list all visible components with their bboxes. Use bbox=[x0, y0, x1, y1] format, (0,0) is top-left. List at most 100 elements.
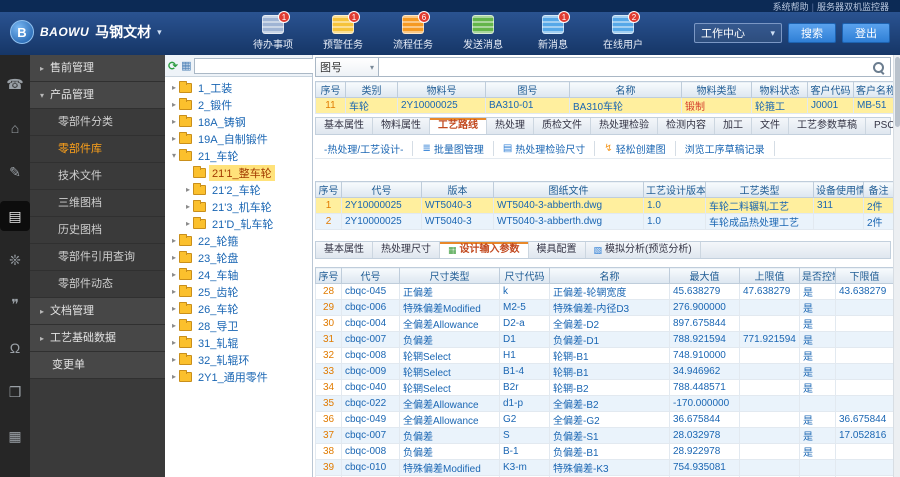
column-header[interactable]: 代号 bbox=[341, 267, 400, 284]
chat-icon[interactable]: ❞ bbox=[0, 289, 30, 319]
column-header[interactable]: 设备使用情况 bbox=[813, 181, 864, 198]
tree-node[interactable]: ▸ 32_轧辊环 bbox=[165, 351, 312, 368]
detail-tab[interactable]: 检测内容 bbox=[658, 118, 715, 134]
tree-node[interactable]: ▸ 24_车轴 bbox=[165, 266, 312, 283]
tree-node[interactable]: ▸ 31_轧辊 bbox=[165, 334, 312, 351]
table-row[interactable]: 39 cbqc-010 特殊偏差Modified K3-m 特殊偏差-K3 754.935… bbox=[315, 459, 894, 476]
column-header[interactable]: 备注 bbox=[863, 181, 894, 198]
collapse-all-icon[interactable]: ▦ bbox=[181, 59, 191, 72]
header-tool[interactable]: 1 预警任务 bbox=[318, 11, 368, 51]
table-row[interactable]: 37 cbqc-007 负偏差 S 负偏差-S1 28.032978 是 17.052816 bbox=[315, 427, 894, 444]
tree-node[interactable]: ▸ 22_轮箍 bbox=[165, 232, 312, 249]
sidebar-item[interactable]: 变更单 bbox=[30, 352, 165, 379]
detail-tab[interactable]: 文件 bbox=[752, 118, 789, 134]
column-header[interactable]: 版本 bbox=[421, 181, 494, 198]
column-header[interactable]: 客户名称 bbox=[853, 81, 894, 98]
table-row[interactable]: 29 cbqc-006 特殊偏差Modified M2-5 特殊偏差-内径D3 276.9… bbox=[315, 299, 894, 316]
toolbar-link[interactable]: 浏览工序草稿记录 bbox=[676, 141, 775, 156]
home-icon[interactable]: ⌂ bbox=[0, 113, 30, 143]
column-header[interactable]: 物料类型 bbox=[681, 81, 752, 98]
table-row[interactable]: 34 cbqc-040 轮辋Select B2r 轮辋-B2 788.448571 是 bbox=[315, 379, 894, 396]
vertical-scrollbar[interactable] bbox=[893, 55, 900, 477]
column-header[interactable]: 序号 bbox=[315, 181, 342, 198]
parameter-tab[interactable]: 热处理尺寸 bbox=[373, 242, 440, 258]
topbar-link[interactable]: 服务器双机监控器 bbox=[817, 2, 889, 12]
table-row[interactable]: 28 cbqc-045 正偏差 k 正偏差-轮辋宽度 45.638279 47.638279… bbox=[315, 283, 894, 300]
parameter-tab[interactable]: ▧ 模拟分析(预览分析) bbox=[586, 242, 701, 258]
support-icon[interactable]: Ω bbox=[0, 333, 30, 363]
sidebar-item[interactable]: ▾ 产品管理 bbox=[30, 82, 165, 109]
sidebar-item[interactable]: ▸ 工艺基础数据 bbox=[30, 325, 165, 352]
search-field-select[interactable]: 图号 ▾ bbox=[315, 57, 379, 77]
column-header[interactable]: 序号 bbox=[315, 267, 342, 284]
tree-node[interactable]: ▸ 21'D_轧车轮 bbox=[165, 215, 312, 232]
sidebar-item[interactable]: 技术文件 bbox=[30, 163, 165, 190]
column-header[interactable]: 尺寸类型 bbox=[399, 267, 500, 284]
tree-search-input[interactable] bbox=[197, 60, 330, 71]
tree-node[interactable]: ▸ 18A_铸钢 bbox=[165, 113, 312, 130]
tree-node[interactable]: ▸ 1_工装 bbox=[165, 79, 312, 96]
sidebar-item[interactable]: ▸ 售前管理 bbox=[30, 55, 165, 82]
tree-node[interactable]: ▸ 23_轮盘 bbox=[165, 249, 312, 266]
table-row[interactable]: 31 cbqc-007 负偏差 D1 负偏差-D1 788.921594 771.92159… bbox=[315, 331, 894, 348]
table-row[interactable]: 1 2Y10000025 WT5040-3 WT5040-3-abberth.dwg 1… bbox=[315, 197, 894, 214]
table-row[interactable]: 36 cbqc-049 全偏差Allowance G2 全偏差-G2 36.675844 是… bbox=[315, 411, 894, 428]
column-header[interactable]: 物料状态 bbox=[751, 81, 808, 98]
column-header[interactable]: 最大值 bbox=[669, 267, 740, 284]
column-header[interactable]: 名称 bbox=[549, 267, 670, 284]
main-search-input[interactable] bbox=[379, 58, 890, 76]
table-row[interactable]: 35 cbqc-022 全偏差Allowance d1-p 全偏差-B2 -170.000… bbox=[315, 395, 894, 412]
detail-tab[interactable]: 工艺参数草稿 bbox=[789, 118, 866, 134]
table-row[interactable]: 32 cbqc-008 轮辋Select H1 轮辋-B1 748.910000 是 bbox=[315, 347, 894, 364]
detail-tab[interactable]: 物料属性 bbox=[373, 118, 430, 134]
parameter-tab[interactable]: 基本属性 bbox=[316, 242, 373, 258]
column-header[interactable]: 上限值 bbox=[739, 267, 800, 284]
tree-node[interactable]: ▸ 26_车轮 bbox=[165, 300, 312, 317]
scrollbar-thumb[interactable] bbox=[895, 57, 900, 127]
tree-node[interactable]: ▾ 21_车轮 bbox=[165, 147, 312, 164]
header-tool[interactable]: 2 在线用户 bbox=[598, 11, 648, 51]
table-row[interactable]: 38 cbqc-008 负偏差 B-1 负偏差-B1 28.922978 是 bbox=[315, 443, 894, 460]
detail-tab[interactable]: 热处理 bbox=[487, 118, 534, 134]
refresh-icon[interactable]: ⟳ bbox=[168, 59, 178, 73]
column-header[interactable]: 物料号 bbox=[397, 81, 486, 98]
header-tool[interactable]: 发送消息 bbox=[458, 15, 508, 51]
toolbar-link[interactable]: ↯ 轻松创建图 bbox=[595, 141, 676, 156]
column-header[interactable]: 尺寸代码 bbox=[499, 267, 550, 284]
column-header[interactable]: 名称 bbox=[569, 81, 682, 98]
tree-node[interactable]: ▸ 2_锻件 bbox=[165, 96, 312, 113]
edit-icon[interactable]: ✎ bbox=[0, 157, 30, 187]
toolbar-link[interactable]: ≣ 批量图管理 bbox=[413, 141, 494, 156]
qrcode-icon[interactable]: ▦ bbox=[0, 421, 30, 451]
header-tool[interactable]: 6 流程任务 bbox=[388, 11, 438, 51]
tree-node[interactable]: ▸ 21'3_机车轮 bbox=[165, 198, 312, 215]
toolbar-link[interactable]: ▤ 热处理检验尺寸 bbox=[494, 141, 596, 156]
header-tool[interactable]: 1 待办事项 bbox=[248, 11, 298, 51]
column-header[interactable]: 序号 bbox=[315, 81, 346, 98]
column-header[interactable]: 是否控制 bbox=[799, 267, 836, 284]
column-header[interactable]: 类别 bbox=[345, 81, 398, 98]
detail-tab[interactable]: 质检文件 bbox=[534, 118, 591, 134]
parameter-tab[interactable]: 模具配置 bbox=[529, 242, 586, 258]
settings-icon[interactable]: ❊ bbox=[0, 245, 30, 275]
topbar-link[interactable]: 系统帮助 bbox=[773, 2, 809, 12]
column-header[interactable]: 下限值 bbox=[835, 267, 894, 284]
tree-node[interactable]: ▸ 28_导卫 bbox=[165, 317, 312, 334]
detail-tab[interactable]: 热处理检验 bbox=[591, 118, 658, 134]
sidebar-item[interactable]: 零部件分类 bbox=[30, 109, 165, 136]
workcenter-select[interactable]: 工作中心 ▾ bbox=[694, 23, 782, 43]
sidebar-item[interactable]: 三维图档 bbox=[30, 190, 165, 217]
tree-node[interactable]: ▸ 2Y1_通用零件 bbox=[165, 368, 312, 385]
detail-tab[interactable]: 基本属性 bbox=[316, 118, 373, 134]
column-header[interactable]: 工艺类型 bbox=[705, 181, 814, 198]
column-header[interactable]: 图纸文件 bbox=[493, 181, 644, 198]
tree-node[interactable]: 21'1_整车轮 bbox=[165, 164, 312, 181]
search-button[interactable]: 搜索 bbox=[788, 23, 836, 43]
search-icon[interactable] bbox=[873, 62, 885, 74]
detail-tab[interactable]: 加工 bbox=[715, 118, 752, 134]
column-header[interactable]: 工艺设计版本 bbox=[643, 181, 706, 198]
table-row[interactable]: 33 cbqc-009 轮辋Select B1-4 轮辋-B1 34.946962 是 bbox=[315, 363, 894, 380]
sidebar-item[interactable]: 零部件动态 bbox=[30, 271, 165, 298]
column-header[interactable]: 客户代码 bbox=[807, 81, 854, 98]
logout-button[interactable]: 登出 bbox=[842, 23, 890, 43]
